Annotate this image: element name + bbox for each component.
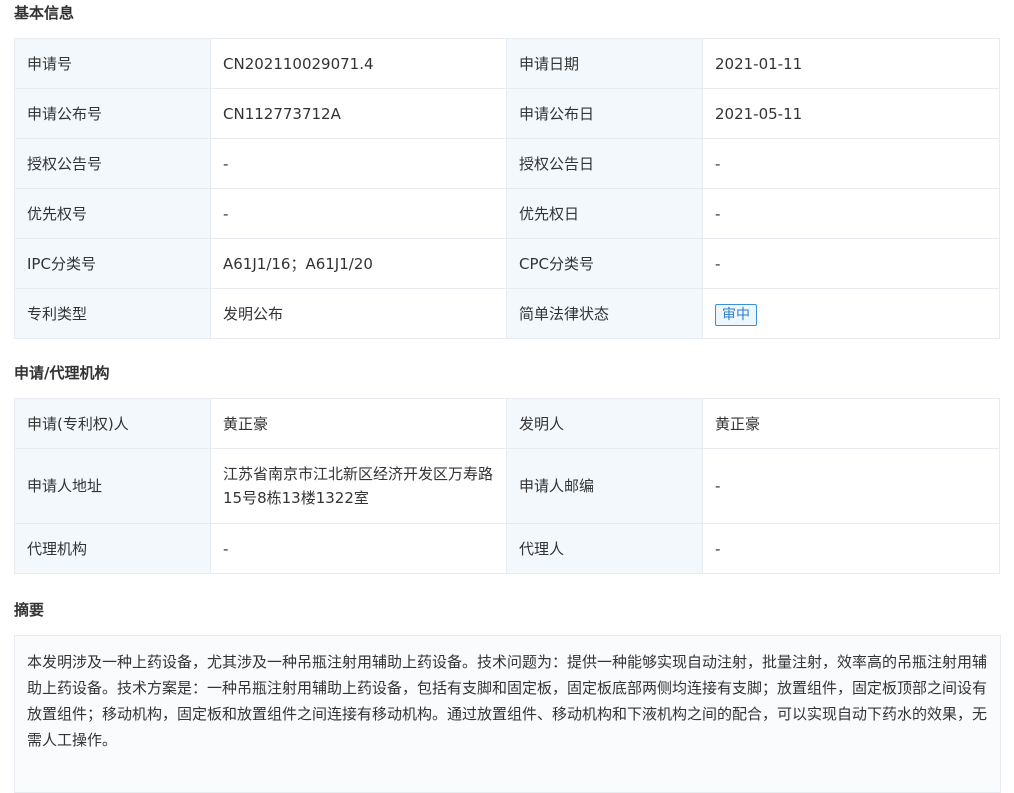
field-label: 授权公告号 [14, 138, 211, 189]
field-value: 黄正豪 [702, 398, 1000, 449]
table-row: 申请号 CN202110029071.4 申请日期 2021-01-11 [14, 38, 1000, 89]
field-value: 黄正豪 [210, 398, 507, 449]
field-label: IPC分类号 [14, 238, 211, 289]
field-value: 发明公布 [210, 288, 507, 339]
table-row: 授权公告号 - 授权公告日 - [14, 138, 1000, 189]
legal-status-cell: 审中 [702, 288, 1000, 339]
field-label: 授权公告日 [506, 138, 703, 189]
table-row: 申请公布号 CN112773712A 申请公布日 2021-05-11 [14, 88, 1000, 139]
abstract-text: 本发明涉及一种上药设备，尤其涉及一种吊瓶注射用辅助上药设备。技术问题为：提供一种… [14, 635, 1001, 793]
table-row: IPC分类号 A61J1/16；A61J1/20 CPC分类号 - [14, 238, 1000, 289]
field-label: 申请日期 [506, 38, 703, 89]
field-value: 2021-05-11 [702, 88, 1000, 139]
field-label: 申请(专利权)人 [14, 398, 211, 449]
agency-table: 申请(专利权)人 黄正豪 发明人 黄正豪 申请人地址 江苏省南京市江北新区经济开… [14, 398, 1000, 574]
field-label: 专利类型 [14, 288, 211, 339]
field-value: - [702, 238, 1000, 289]
field-label: 优先权号 [14, 188, 211, 239]
field-label: CPC分类号 [506, 238, 703, 289]
field-label: 申请人地址 [14, 448, 211, 524]
section-title-abstract: 摘要 [14, 601, 45, 619]
table-row: 优先权号 - 优先权日 - [14, 188, 1000, 239]
table-row: 申请人地址 江苏省南京市江北新区经济开发区万寿路15号8栋13楼1322室 申请… [14, 448, 1000, 524]
field-value: - [210, 523, 507, 574]
field-label: 发明人 [506, 398, 703, 449]
field-label: 申请公布日 [506, 88, 703, 139]
field-label: 简单法律状态 [506, 288, 703, 339]
field-label: 代理人 [506, 523, 703, 574]
field-value: - [702, 448, 1000, 524]
field-value: - [210, 188, 507, 239]
field-value: CN202110029071.4 [210, 38, 507, 89]
field-value: - [702, 523, 1000, 574]
field-value: CN112773712A [210, 88, 507, 139]
table-row: 申请(专利权)人 黄正豪 发明人 黄正豪 [14, 398, 1000, 449]
field-value: - [210, 138, 507, 189]
table-row: 代理机构 - 代理人 - [14, 523, 1000, 574]
field-label: 代理机构 [14, 523, 211, 574]
field-value: 江苏省南京市江北新区经济开发区万寿路15号8栋13楼1322室 [210, 448, 507, 524]
field-label: 优先权日 [506, 188, 703, 239]
field-value: - [702, 188, 1000, 239]
field-value: A61J1/16；A61J1/20 [210, 238, 507, 289]
field-value: - [702, 138, 1000, 189]
table-row: 专利类型 发明公布 简单法律状态 审中 [14, 288, 1000, 339]
basic-info-table: 申请号 CN202110029071.4 申请日期 2021-01-11 申请公… [14, 38, 1000, 339]
field-value: 2021-01-11 [702, 38, 1000, 89]
legal-status-badge[interactable]: 审中 [715, 303, 757, 326]
field-label: 申请人邮编 [506, 448, 703, 524]
field-label: 申请公布号 [14, 88, 211, 139]
section-title-agency: 申请/代理机构 [14, 364, 110, 382]
field-label: 申请号 [14, 38, 211, 89]
section-title-basic-info: 基本信息 [14, 4, 75, 22]
